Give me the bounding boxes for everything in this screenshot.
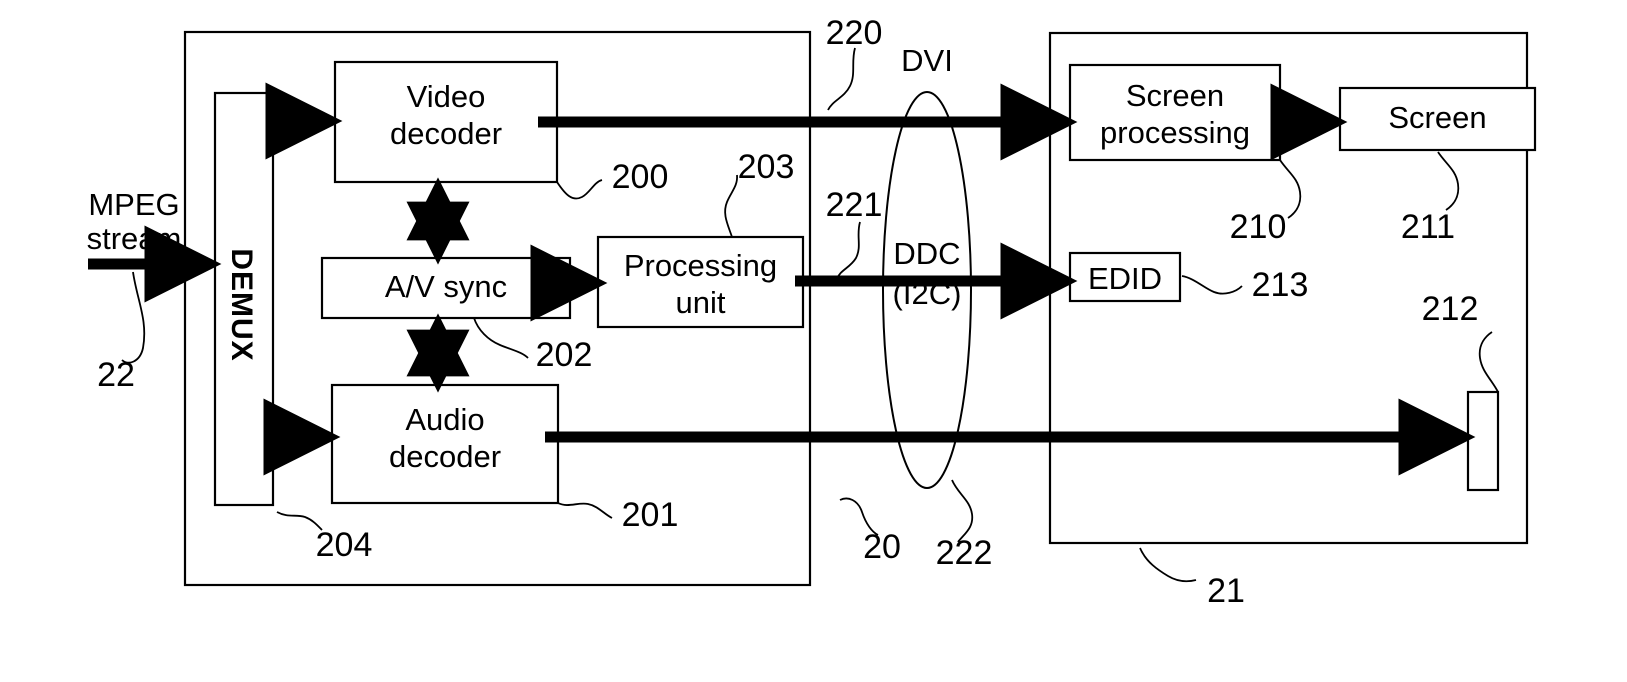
screen-processing-label-line2: processing [1100,115,1250,150]
ddc-signal-label-line2: (I2C) [892,276,962,311]
ref-numeral-222: 222 [935,534,993,572]
ref-numeral-200: 200 [611,158,669,196]
screen-label: Screen [1388,100,1487,135]
audio-decoder-label-line1: Audio [405,402,485,437]
video-decoder-label-line2: decoder [389,116,503,151]
ref-numeral-203: 203 [737,148,795,186]
ref-numeral-202: 202 [535,336,593,374]
demux-block-label: DEMUX [225,248,258,362]
ref-numeral-20: 20 [863,528,901,566]
processing-unit-label-line1: Processing [623,248,778,283]
ref-numeral-204: 204 [315,526,373,564]
audio-decoder-label-line2: decoder [388,439,502,474]
mpeg-stream-label-line1: MPEG [88,187,180,222]
ref-numeral-211: 211 [1400,208,1456,246]
diagram-canvas: MPEG stream DEMUX Video decoder A/V sync… [0,0,1627,682]
ref-numeral-201: 201 [621,496,679,534]
ddc-signal-label-line1: DDC [893,236,961,271]
edid-label: EDID [1087,261,1163,296]
screen-processing-label-line1: Screen [1125,78,1225,113]
video-decoder-label-line1: Video [406,79,486,114]
mpeg-stream-label-line2: stream [86,221,182,256]
ref-numeral-220: 220 [825,14,883,52]
ref-numeral-22: 22 [97,356,135,394]
ref-numeral-21: 21 [1207,572,1245,610]
ref-numeral-221: 221 [825,186,883,224]
ref-numeral-212: 212 [1421,290,1479,328]
ref-numeral-210: 210 [1229,208,1287,246]
audio-connector-block [1466,390,1500,492]
ref-numeral-213: 213 [1251,266,1309,304]
processing-unit-label-line2: unit [675,285,726,320]
av-sync-label: A/V sync [384,269,508,304]
